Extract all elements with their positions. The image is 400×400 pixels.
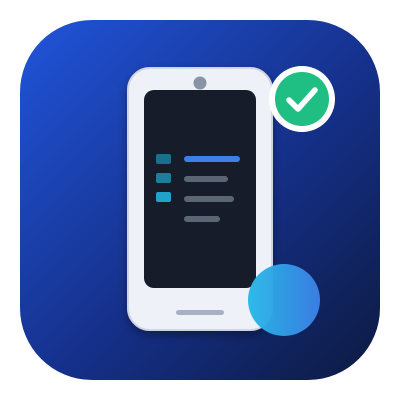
- list-item-checkbox: [156, 173, 171, 183]
- list-item-checkbox: [156, 154, 171, 164]
- app-icon: [20, 20, 380, 380]
- check-badge-fill: [275, 72, 329, 126]
- phone-camera-icon: [193, 76, 207, 90]
- phone-screen: [144, 90, 256, 288]
- list-item-checkbox: [156, 192, 171, 202]
- accent-circle: [248, 264, 320, 336]
- list-item-bar: [184, 216, 220, 222]
- list-item-bar: [184, 156, 240, 162]
- checkmark-badge-icon: [269, 66, 335, 132]
- list-item-bar: [184, 176, 228, 182]
- app-icon-canvas: [0, 0, 400, 400]
- phone-home-indicator: [176, 310, 224, 315]
- list-item-bar: [184, 196, 234, 202]
